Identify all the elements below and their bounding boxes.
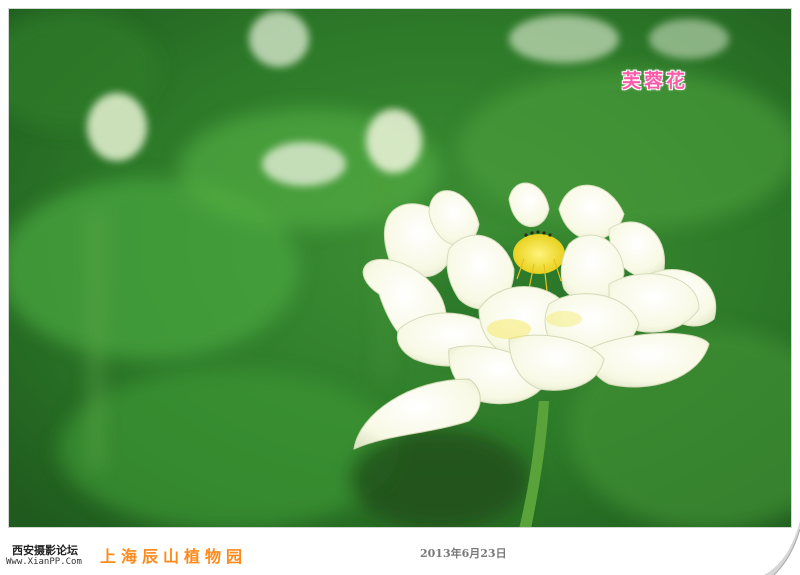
caption-title: 芙蓉花 xyxy=(622,70,689,92)
forum-url: Www.XianPP.Com xyxy=(6,557,82,567)
location-caption: 上海辰山植物园 xyxy=(100,547,248,566)
photo-page: 芙蓉花 西安摄影论坛 Www.XianPP.Com 上海辰山植物园 2013年6… xyxy=(0,0,800,575)
date-caption: 2013年6月23日 xyxy=(420,547,507,560)
page-curl-icon xyxy=(760,515,800,575)
forum-name: 西安摄影论坛 xyxy=(12,544,78,557)
photo-footer: 西安摄影论坛 Www.XianPP.Com 上海辰山植物园 2013年6月23日 xyxy=(0,530,800,575)
